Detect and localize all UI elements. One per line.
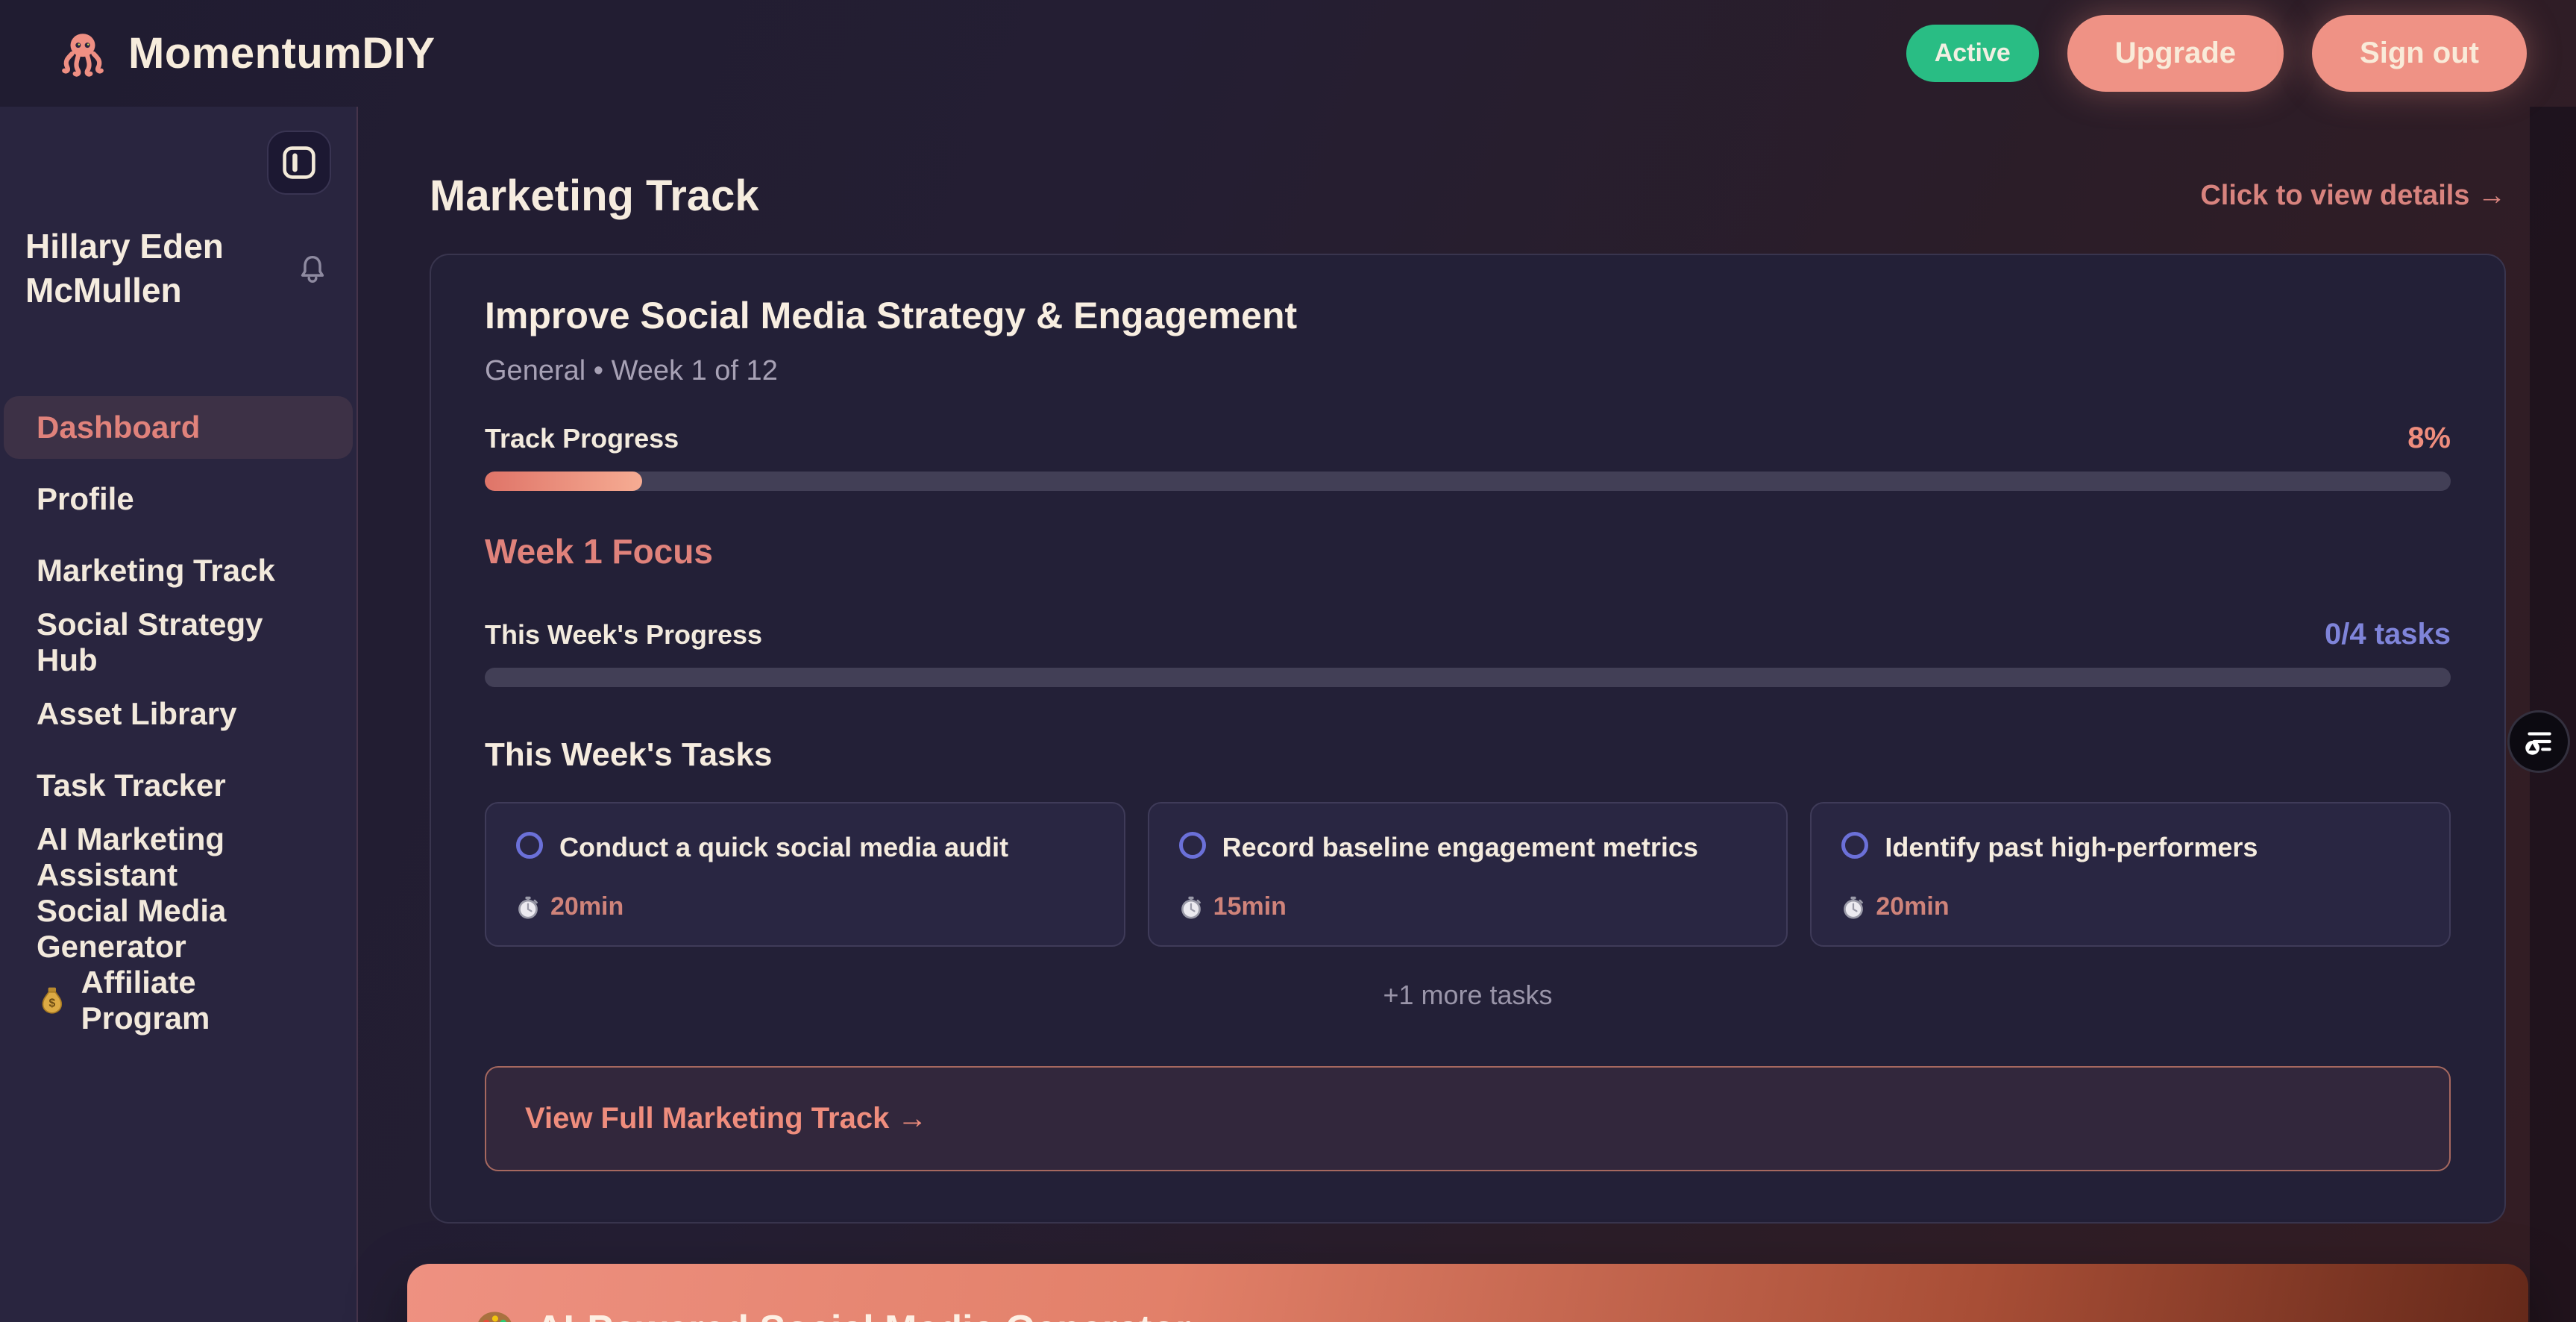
task-checkbox-circle-icon[interactable] — [1179, 832, 1206, 859]
task-duration-text: 15min — [1213, 892, 1287, 921]
week-progress-bar — [485, 668, 2451, 687]
task-card[interactable]: Identify past high-performers — [1810, 802, 2451, 947]
palette-icon — [473, 1308, 516, 1322]
track-progress-fill — [485, 472, 642, 491]
stopwatch-icon — [1179, 895, 1203, 919]
track-progress-row: Track Progress 8% — [485, 422, 2451, 455]
track-progress-value: 8% — [2407, 422, 2451, 455]
sidebar-item-affiliate-program[interactable]: $ Affiliate Program — [4, 969, 353, 1032]
task-duration-text: 20min — [1876, 892, 1949, 921]
app-title: MomentumDIY — [128, 28, 436, 78]
svg-text:$: $ — [48, 997, 55, 1009]
more-tasks-text: +1 more tasks — [485, 980, 2451, 1011]
generator-banner: AI-Powered Social Media Generator Create… — [407, 1264, 2528, 1322]
stopwatch-icon — [516, 895, 540, 919]
task-card[interactable]: Record baseline engagement metrics — [1148, 802, 1788, 947]
sidebar-toggle-button[interactable] — [267, 131, 331, 195]
upgrade-button[interactable]: Upgrade — [2067, 15, 2284, 92]
banner-title: AI-Powered Social Media Generator — [535, 1307, 1190, 1322]
sidebar-item-label: Profile — [37, 481, 134, 517]
sidebar-toggle-wrap — [0, 131, 356, 195]
tasks-grid: Conduct a quick social media audit — [485, 802, 2451, 947]
view-full-track-button[interactable]: View Full Marketing Track → — [485, 1066, 2451, 1171]
sidebar: Hillary Eden McMullen Dashboard Profile … — [0, 107, 358, 1322]
task-title: Conduct a quick social media audit — [559, 830, 1008, 864]
header-actions: Active Upgrade Sign out — [1906, 15, 2527, 92]
feedback-list-icon — [2522, 724, 2556, 759]
user-row: Hillary Eden McMullen — [25, 225, 330, 313]
sidebar-item-label: Task Tracker — [37, 768, 226, 803]
sidebar-item-ai-marketing-assistant[interactable]: AI Marketing Assistant — [4, 826, 353, 889]
task-duration: 15min — [1179, 892, 1757, 921]
task-title: Record baseline engagement metrics — [1222, 830, 1698, 864]
page-title: Marketing Track — [430, 171, 759, 221]
task-duration: 20min — [1841, 892, 2419, 921]
task-duration: 20min — [516, 892, 1094, 921]
money-bag-icon: $ — [37, 984, 68, 1017]
task-checkbox-circle-icon[interactable] — [1841, 832, 1868, 859]
track-progress-label: Track Progress — [485, 423, 679, 454]
main-content: Marketing Track Click to view details → … — [358, 107, 2576, 1322]
sidebar-item-profile[interactable]: Profile — [4, 468, 353, 530]
week-progress-row: This Week's Progress 0/4 tasks — [485, 618, 2451, 651]
signout-button[interactable]: Sign out — [2312, 15, 2527, 92]
task-checkbox-circle-icon[interactable] — [516, 832, 543, 859]
body-row: Hillary Eden McMullen Dashboard Profile … — [0, 107, 2576, 1322]
sidebar-item-social-media-generator[interactable]: Social Media Generator — [4, 897, 353, 960]
banner-title-row: AI-Powered Social Media Generator — [473, 1307, 2013, 1322]
page: MomentumDIY Active Upgrade Sign out Hill… — [0, 0, 2576, 1322]
feedback-widget-button[interactable] — [2507, 710, 2570, 773]
sidebar-item-label: AI Marketing Assistant — [37, 821, 320, 893]
sidebar-item-asset-library[interactable]: Asset Library — [4, 683, 353, 745]
sidebar-item-social-strategy-hub[interactable]: Social Strategy Hub — [4, 611, 353, 674]
track-card[interactable]: Improve Social Media Strategy & Engageme… — [430, 254, 2506, 1224]
track-progress-bar — [485, 472, 2451, 491]
banner-content: AI-Powered Social Media Generator Create… — [473, 1307, 2013, 1322]
user-name: Hillary Eden McMullen — [25, 225, 234, 313]
sidebar-item-task-tracker[interactable]: Task Tracker — [4, 754, 353, 817]
notifications-bell-icon[interactable] — [295, 251, 330, 286]
sidebar-item-label: Dashboard — [37, 410, 200, 445]
sidebar-item-label: Asset Library — [37, 696, 236, 732]
sidebar-item-label: Social Media Generator — [37, 893, 320, 965]
octopus-logo-icon — [58, 29, 107, 78]
sidebar-item-label: Social Strategy Hub — [37, 607, 320, 678]
track-subtitle: General • Week 1 of 12 — [485, 355, 2451, 387]
track-title: Improve Social Media Strategy & Engageme… — [485, 294, 2451, 337]
view-details-link[interactable]: Click to view details → — [2200, 180, 2506, 212]
task-head: Identify past high-performers — [1841, 830, 2419, 864]
task-duration-text: 20min — [550, 892, 623, 921]
task-card[interactable]: Conduct a quick social media audit — [485, 802, 1125, 947]
main-head: Marketing Track Click to view details → — [430, 171, 2506, 221]
sidebar-item-dashboard[interactable]: Dashboard — [4, 396, 353, 459]
task-head: Record baseline engagement metrics — [1179, 830, 1757, 864]
status-badge: Active — [1906, 25, 2039, 82]
panel-toggle-icon — [281, 145, 317, 181]
week-progress-label: This Week's Progress — [485, 619, 762, 651]
week-focus-title: Week 1 Focus — [485, 531, 2451, 571]
sidebar-item-marketing-track[interactable]: Marketing Track — [4, 539, 353, 602]
stopwatch-icon — [1841, 895, 1865, 919]
app-header: MomentumDIY Active Upgrade Sign out — [0, 0, 2576, 107]
sidebar-item-label: Affiliate Program — [81, 965, 320, 1036]
brand: MomentumDIY — [58, 28, 436, 78]
task-head: Conduct a quick social media audit — [516, 830, 1094, 864]
week-progress-value: 0/4 tasks — [2325, 618, 2451, 651]
sidebar-item-label: Marketing Track — [37, 553, 275, 589]
task-title: Identify past high-performers — [1885, 830, 2258, 864]
tasks-title: This Week's Tasks — [485, 736, 2451, 774]
sidebar-nav: Dashboard Profile Marketing Track Social… — [0, 396, 356, 1032]
